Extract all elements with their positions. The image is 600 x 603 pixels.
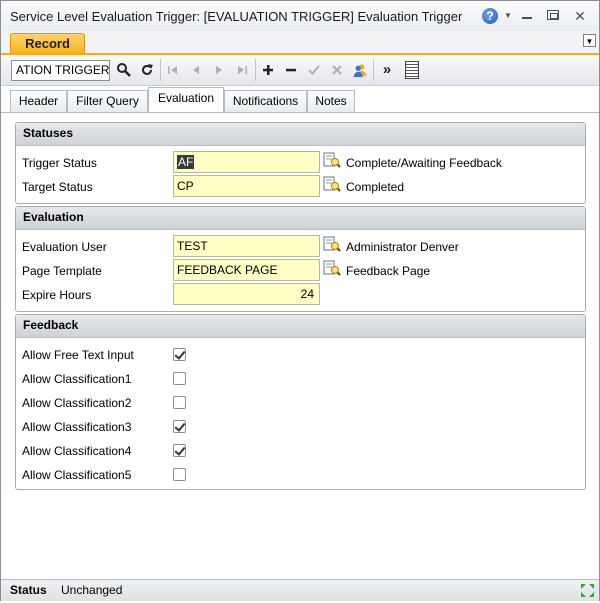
first-icon — [168, 66, 177, 74]
lookup-icon[interactable] — [323, 235, 341, 253]
toolbar: ATION TRIGGER » — [1, 55, 599, 86]
search-button[interactable] — [115, 61, 133, 79]
allow-classification2-label: Allow Classification2 — [22, 396, 132, 410]
expire-hours-field[interactable]: 24 — [173, 283, 320, 305]
previous-icon — [193, 66, 199, 74]
trigger-status-field[interactable]: AF — [173, 151, 320, 173]
page-template-field[interactable]: FEEDBACK PAGE — [173, 259, 320, 281]
lookup-icon[interactable] — [323, 175, 341, 193]
allow-classification2-checkbox[interactable] — [173, 396, 186, 409]
add-button[interactable] — [259, 61, 277, 79]
previous-record-button[interactable] — [187, 61, 205, 79]
allow-free-text-label: Allow Free Text Input — [22, 348, 134, 362]
target-status-label: Target Status — [22, 180, 93, 194]
status-value: Unchanged — [61, 583, 123, 597]
toolbar-separator — [373, 59, 374, 81]
record-tab[interactable]: Record — [10, 33, 85, 53]
lookup-icon[interactable] — [323, 259, 341, 277]
record-key-input[interactable]: ATION TRIGGER — [11, 60, 110, 81]
users-icon — [353, 64, 367, 77]
form-tabs: Header Filter Query Evaluation Notificat… — [1, 86, 599, 113]
allow-classification4-label: Allow Classification4 — [22, 444, 132, 458]
window: Service Level Evaluation Trigger: [EVALU… — [0, 0, 600, 601]
tab-evaluation[interactable]: Evaluation — [148, 87, 224, 113]
next-record-button[interactable] — [210, 61, 228, 79]
first-record-button[interactable] — [164, 61, 182, 79]
record-menu-dropdown[interactable]: ▼ — [583, 34, 596, 47]
page-template-description: Feedback Page — [346, 264, 431, 278]
close-button[interactable]: ✕ — [573, 8, 587, 24]
tab-notifications[interactable]: Notifications — [224, 90, 307, 112]
resize-grip-icon[interactable] — [580, 583, 595, 598]
expire-hours-label: Expire Hours — [22, 288, 92, 302]
window-title: Service Level Evaluation Trigger: [EVALU… — [10, 9, 463, 24]
list-icon — [405, 61, 419, 79]
evaluation-user-label: Evaluation User — [22, 240, 107, 254]
allow-classification3-label: Allow Classification3 — [22, 420, 132, 434]
evaluation-section: Evaluation Evaluation User TEST Administ… — [15, 206, 586, 312]
target-status-field[interactable]: CP — [173, 175, 320, 197]
save-button[interactable] — [305, 61, 323, 79]
plus-icon — [263, 65, 273, 75]
list-view-button[interactable] — [403, 61, 421, 79]
tab-notes[interactable]: Notes — [307, 90, 355, 112]
last-record-button[interactable] — [233, 61, 251, 79]
tabs-baseline — [1, 112, 599, 113]
allow-free-text-checkbox[interactable] — [173, 348, 186, 361]
evaluation-user-field[interactable]: TEST — [173, 235, 320, 257]
help-dropdown-icon[interactable]: ▼ — [504, 8, 512, 24]
x-icon — [332, 65, 342, 75]
title-bar: Service Level Evaluation Trigger: [EVALU… — [1, 1, 599, 31]
trigger-status-description: Complete/Awaiting Feedback — [346, 156, 502, 170]
next-icon — [216, 66, 222, 74]
evaluation-user-description: Administrator Denver — [346, 240, 459, 254]
check-icon — [308, 65, 320, 75]
restore-button[interactable] — [547, 10, 559, 20]
refresh-icon — [142, 64, 153, 75]
allow-classification3-checkbox[interactable] — [173, 420, 186, 433]
allow-classification1-checkbox[interactable] — [173, 372, 186, 385]
last-icon — [238, 66, 247, 74]
allow-classification5-checkbox[interactable] — [173, 468, 186, 481]
help-icon[interactable]: ? — [482, 8, 498, 24]
trigger-status-label: Trigger Status — [22, 156, 97, 170]
section-header: Statuses — [16, 123, 585, 146]
feedback-section: Feedback Allow Free Text Input Allow Cla… — [15, 314, 586, 490]
tab-filter-query[interactable]: Filter Query — [67, 90, 148, 112]
allow-classification1-label: Allow Classification1 — [22, 372, 132, 386]
allow-classification4-checkbox[interactable] — [173, 444, 186, 457]
target-status-description: Completed — [346, 180, 405, 194]
toolbar-separator — [255, 59, 256, 81]
status-bar: Status Unchanged — [1, 579, 599, 601]
minus-icon — [286, 68, 296, 72]
delete-button[interactable] — [282, 61, 300, 79]
cancel-button[interactable] — [328, 61, 346, 79]
users-button[interactable] — [351, 61, 369, 79]
more-button[interactable]: » — [378, 61, 396, 79]
allow-classification5-label: Allow Classification5 — [22, 468, 132, 482]
section-header: Feedback — [16, 315, 585, 338]
lookup-icon[interactable] — [323, 151, 341, 169]
toolbar-separator — [160, 59, 161, 81]
trigger-status-value: AF — [177, 155, 195, 169]
search-icon — [117, 63, 131, 77]
statuses-section: Statuses Trigger Status AF Complete/Awai… — [15, 122, 586, 204]
status-label: Status — [10, 583, 47, 597]
section-header: Evaluation — [16, 207, 585, 230]
page-template-label: Page Template — [22, 264, 102, 278]
minimize-button[interactable] — [520, 8, 534, 24]
tab-header[interactable]: Header — [10, 90, 67, 112]
refresh-button[interactable] — [138, 61, 156, 79]
record-tabstrip: Record ▼ — [1, 31, 599, 55]
